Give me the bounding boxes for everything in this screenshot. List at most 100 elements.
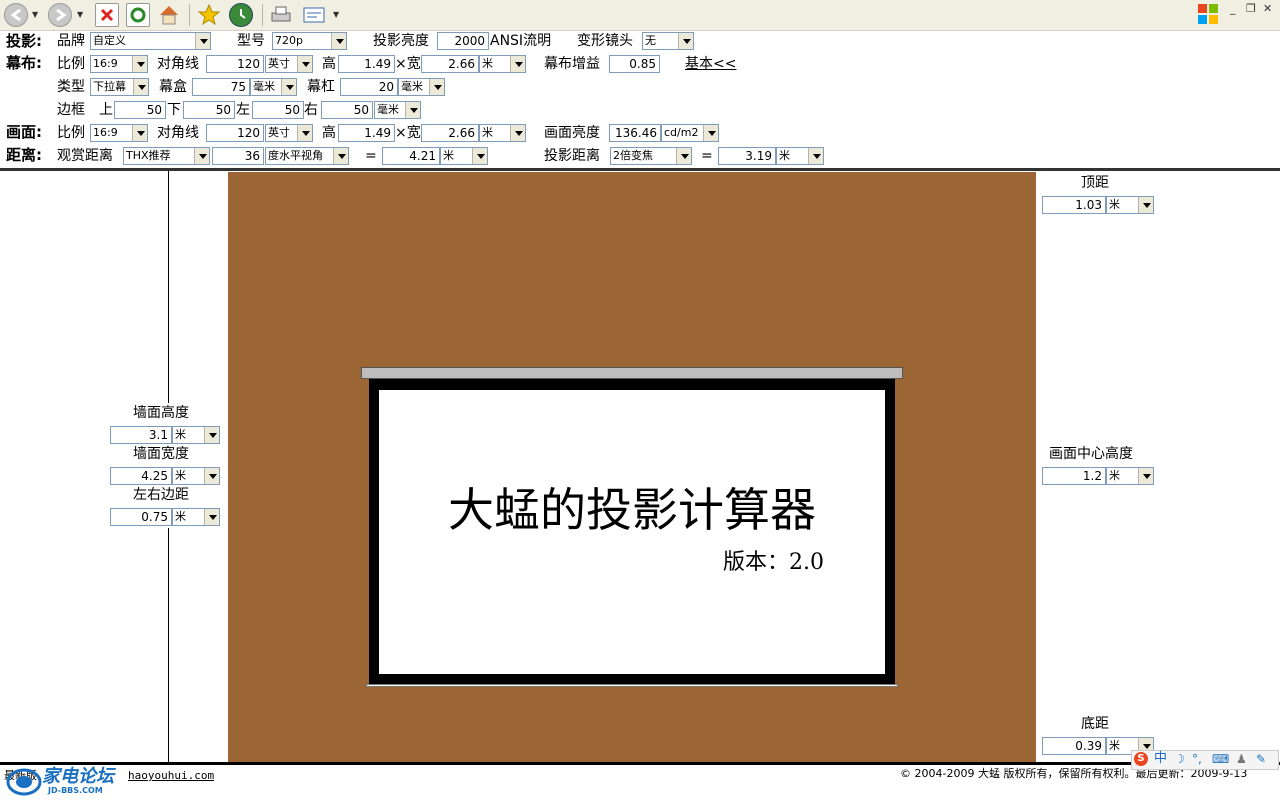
sogou-icon[interactable]: S [1134,752,1148,766]
brightness-input[interactable]: 2000 [437,32,489,50]
footer-url-link[interactable]: haoyouhui.com [128,769,214,783]
equals-sign: = [701,148,713,164]
refresh-icon[interactable] [126,3,150,27]
screen-box-bar [361,367,903,379]
picture-diag-unit-select[interactable]: 英寸 [265,124,313,142]
wall-height-input[interactable]: 3.1 [110,426,172,444]
screen-height-input[interactable]: 1.49 [338,55,395,73]
border-label: 边框 [57,102,85,118]
side-margin-unit-select[interactable]: 米 [172,508,220,526]
chevron-down-icon [132,125,147,141]
center-height-input[interactable]: 1.2 [1042,467,1106,485]
wall-width-unit-select[interactable]: 米 [172,467,220,485]
picture-height-input[interactable]: 1.49 [338,124,395,142]
center-height-label: 画面中心高度 [1049,446,1133,462]
screen-diag-input[interactable]: 120 [206,55,264,73]
home-icon[interactable] [157,3,181,27]
screen-gain-label: 幕布增益 [544,56,600,72]
wall-width-label: 墙面宽度 [133,446,189,462]
top-distance-unit-select[interactable]: 米 [1106,196,1154,214]
chevron-down-icon [133,79,148,95]
screen-ratio-label: 比例 [57,56,85,72]
center-height-unit-select[interactable]: 米 [1106,467,1154,485]
wall-height-unit-select[interactable]: 米 [172,426,220,444]
border-left-input[interactable]: 50 [252,101,304,119]
picture-size-unit-select[interactable]: 米 [479,124,526,142]
restore-icon[interactable]: ❐ [1246,2,1256,15]
throw-distance-unit-select[interactable]: 米 [776,147,824,165]
view-angle-input[interactable]: 36 [212,147,264,165]
chevron-down-icon [297,125,312,141]
screen-width-input[interactable]: 2.66 [421,55,479,73]
toolbar-separator [262,4,263,26]
history-icon[interactable] [229,3,253,27]
favorites-icon[interactable] [197,3,221,27]
screen-box-unit-select[interactable]: 毫米 [250,78,297,96]
border-bottom-label: 下 [167,102,181,118]
screen-box-input[interactable]: 75 [192,78,250,96]
chevron-down-icon [132,56,147,72]
stop-icon[interactable] [95,3,119,27]
ime-tray: S 中 ☽ °, ⌨ ♟ ✎ [1131,750,1279,770]
picture-diag-label: 对角线 [157,125,199,141]
screen-size-unit-select[interactable]: 米 [479,55,526,73]
view-distance-unit-select[interactable]: 米 [440,147,488,165]
brightness-unit: ANSI流明 [490,33,552,49]
border-right-input[interactable]: 50 [321,101,373,119]
screen-bottom-bar [366,684,898,687]
chevron-down-icon [510,56,525,72]
view-standard-select[interactable]: THX推荐 [123,147,210,165]
screen-bar-input[interactable]: 20 [340,78,398,96]
bottom-distance-input[interactable]: 0.39 [1042,737,1106,755]
toolbar-separator [189,4,190,26]
user-icon[interactable]: ♟ [1236,751,1247,767]
border-unit-select[interactable]: 毫米 [374,101,421,119]
view-angle-unit-select[interactable]: 度水平视角 [265,147,349,165]
wrench-icon[interactable]: ✎ [1256,751,1266,767]
throw-zoom-select[interactable]: 2倍变焦 [610,147,692,165]
edit-dropdown-icon[interactable]: ▼ [333,10,339,19]
picture-lum-unit-select[interactable]: cd/m2 [661,124,719,142]
screen-bar-unit-select[interactable]: 毫米 [398,78,445,96]
edit-icon[interactable] [302,3,326,27]
view-distance-input[interactable]: 4.21 [382,147,440,165]
keyboard-icon[interactable]: ⌨ [1212,751,1229,767]
screen-type-select[interactable]: 下拉幕 [90,78,149,96]
section-screen: 幕布: [6,54,42,72]
throw-distance-input[interactable]: 3.19 [718,147,776,165]
print-icon[interactable] [269,3,293,27]
bottom-distance-label: 底距 [1081,716,1109,732]
border-top-input[interactable]: 50 [114,101,166,119]
ime-chinese-toggle[interactable]: 中 [1154,751,1167,767]
app-version: 版本：2.0 [723,550,824,575]
anamorphic-select[interactable]: 无 [642,32,694,50]
picture-lum-input[interactable]: 136.46 [609,124,661,142]
view-distance-label: 观赏距离 [57,148,113,164]
screen-diag-unit-select[interactable]: 英寸 [265,55,313,73]
browser-toolbar: ▼ ▼ ▼ _ ❐ ✕ [0,0,1280,31]
picture-diag-input[interactable]: 120 [206,124,264,142]
moon-icon[interactable]: ☽ [1174,751,1185,767]
close-icon[interactable]: ✕ [1263,2,1272,15]
top-distance-input[interactable]: 1.03 [1042,196,1106,214]
chevron-down-icon [510,125,525,141]
border-bottom-input[interactable]: 50 [183,101,235,119]
chevron-down-icon [808,148,823,164]
chevron-down-icon [678,33,693,49]
picture-width-input[interactable]: 2.66 [421,124,479,142]
basic-mode-link[interactable]: 基本<< [685,54,736,74]
punctuation-icon[interactable]: °, [1192,751,1202,767]
chevron-down-icon [331,33,346,49]
minimize-icon[interactable]: _ [1230,2,1236,15]
picture-ratio-select[interactable]: 16:9 [90,124,148,142]
forward-icon[interactable] [48,3,72,27]
back-icon[interactable] [4,3,28,27]
back-dropdown-icon[interactable]: ▼ [32,10,38,19]
brand-select[interactable]: 自定义 [90,32,211,50]
wall-width-input[interactable]: 4.25 [110,467,172,485]
side-margin-input[interactable]: 0.75 [110,508,172,526]
model-select[interactable]: 720p [272,32,347,50]
screen-gain-input[interactable]: 0.85 [609,55,660,73]
screen-ratio-select[interactable]: 16:9 [90,55,148,73]
forward-dropdown-icon[interactable]: ▼ [77,10,83,19]
